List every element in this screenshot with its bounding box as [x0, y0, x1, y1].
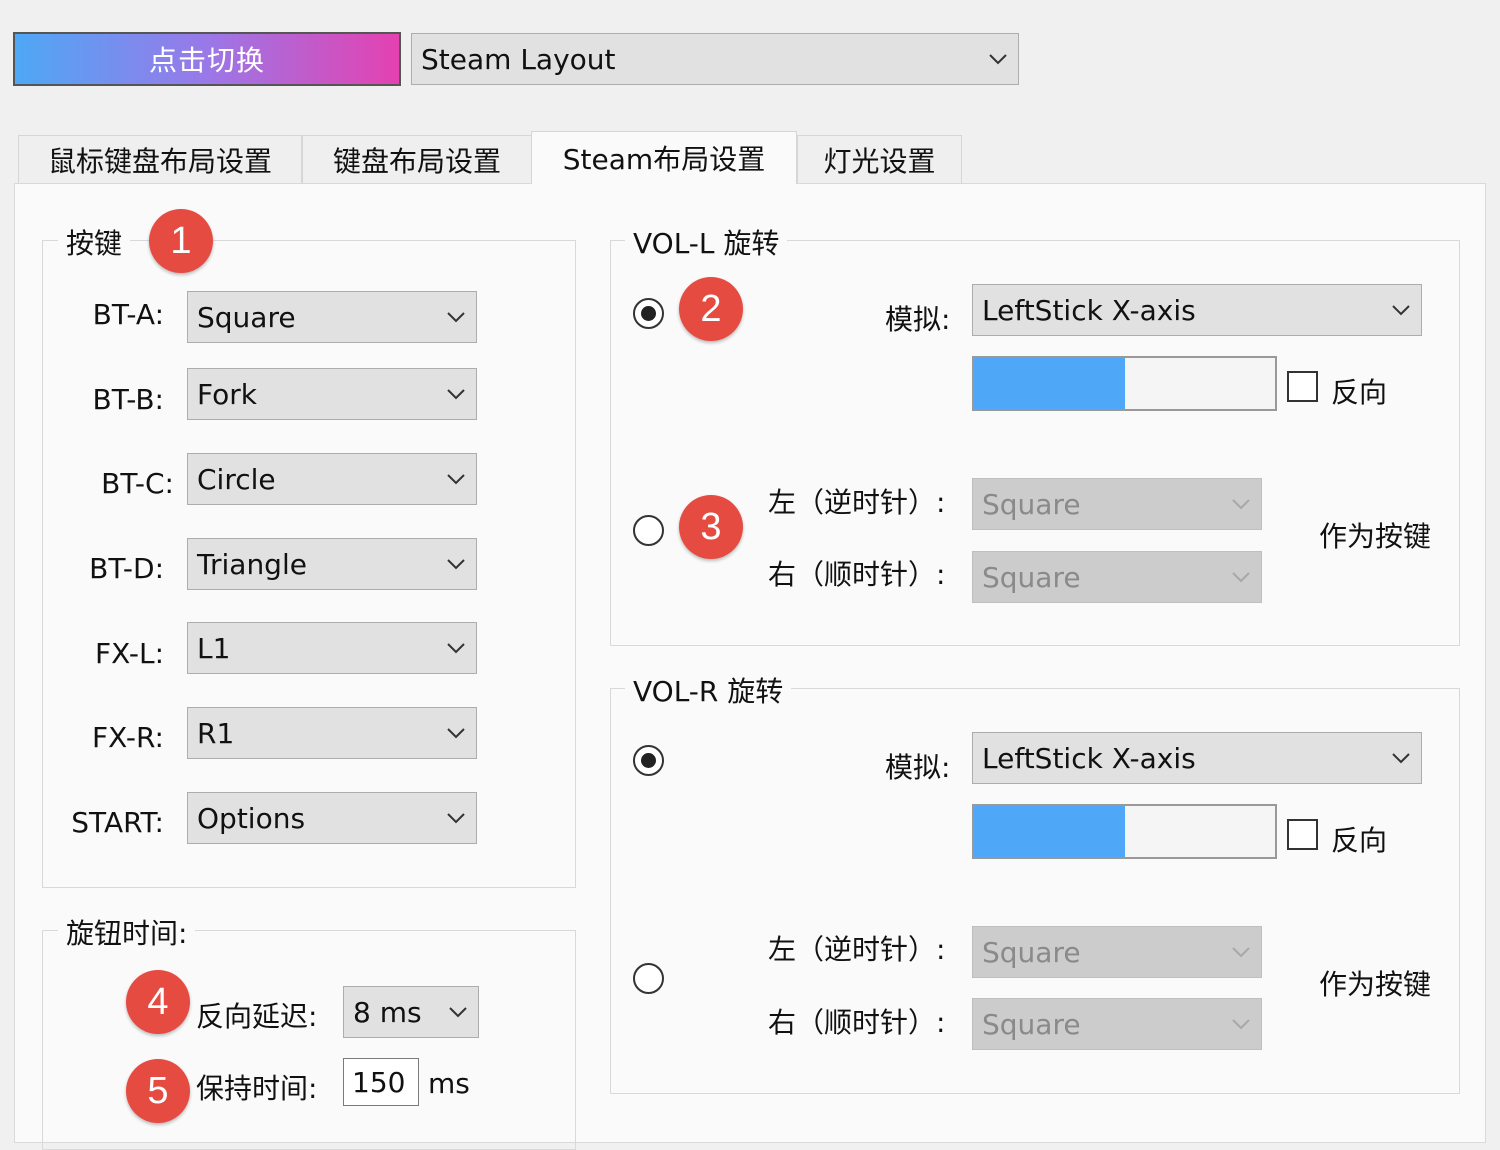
- vol-r-analog-label: 模拟:: [885, 751, 951, 784]
- vol-l-as-key-label: 作为按键: [1319, 520, 1432, 553]
- badge-5: 5: [126, 1059, 190, 1123]
- chevron-down-icon: [436, 473, 476, 485]
- reverse-delay-label: 反向延迟:: [196, 1000, 318, 1033]
- bt-b-label: BT-B:: [92, 383, 165, 416]
- chevron-down-icon: [1381, 752, 1421, 764]
- bt-c-select[interactable]: Circle: [187, 453, 477, 505]
- vol-r-as-key-label: 作为按键: [1319, 968, 1432, 1001]
- vol-r-analog-select[interactable]: LeftStick X-axis: [972, 732, 1422, 784]
- hold-time-label: 保持时间:: [196, 1072, 318, 1105]
- vol-r-reverse-label: 反向: [1331, 824, 1388, 857]
- bt-c-value: Circle: [197, 462, 276, 496]
- chevron-down-icon: [436, 812, 476, 824]
- tab-steam-layout[interactable]: Steam布局设置: [531, 131, 797, 184]
- vol-r-analog-radio[interactable]: [633, 745, 664, 776]
- buttons-group-title: 按键: [58, 222, 131, 262]
- vol-l-left-label: 左（逆时针）:: [768, 486, 946, 519]
- fx-r-select[interactable]: R1: [187, 707, 477, 759]
- tab-keyboard-layout[interactable]: 键盘布局设置: [302, 135, 532, 183]
- chevron-down-icon: [1221, 1018, 1261, 1030]
- vol-l-key-radio[interactable]: [633, 515, 664, 546]
- vol-r-left-select[interactable]: Square: [972, 926, 1262, 978]
- radio-selected-dot: [641, 306, 656, 321]
- bt-d-value: Triangle: [197, 547, 307, 581]
- bt-b-select[interactable]: Fork: [187, 368, 477, 420]
- tab-lighting[interactable]: 灯光设置: [797, 135, 962, 183]
- start-select[interactable]: Options: [187, 792, 477, 844]
- vol-l-right-label: 右（顺时针）:: [768, 558, 946, 591]
- vol-r-key-radio[interactable]: [633, 963, 664, 994]
- badge-4: 4: [126, 970, 190, 1034]
- reverse-delay-select[interactable]: 8 ms: [343, 986, 479, 1038]
- hold-time-unit: ms: [428, 1067, 470, 1100]
- bt-c-label: BT-C:: [101, 467, 174, 500]
- knob-time-group: [42, 930, 576, 1150]
- vol-l-reverse-label: 反向: [1331, 376, 1388, 409]
- vol-r-left-value: Square: [982, 935, 1081, 969]
- chevron-down-icon: [436, 727, 476, 739]
- layout-select[interactable]: Steam Layout: [411, 33, 1019, 85]
- vol-l-right-select[interactable]: Square: [972, 551, 1262, 603]
- vol-l-left-value: Square: [982, 487, 1081, 521]
- bt-d-label: BT-D:: [89, 552, 164, 585]
- reverse-delay-value: 8 ms: [353, 995, 422, 1029]
- fx-l-label: FX-L:: [94, 637, 164, 670]
- bt-a-select[interactable]: Square: [187, 291, 477, 343]
- radio-selected-dot: [641, 753, 656, 768]
- vol-l-reverse-checkbox[interactable]: [1287, 371, 1318, 402]
- chevron-down-icon: [438, 1006, 478, 1018]
- badge-2: 2: [679, 277, 743, 341]
- vol-r-sensitivity-slider[interactable]: [972, 804, 1277, 859]
- chevron-down-icon: [1221, 498, 1261, 510]
- badge-3: 3: [679, 495, 743, 559]
- chevron-down-icon: [436, 642, 476, 654]
- vol-l-analog-value: LeftStick X-axis: [982, 293, 1196, 327]
- vol-l-right-value: Square: [982, 560, 1081, 594]
- chevron-down-icon: [1221, 571, 1261, 583]
- bt-a-label: BT-A:: [92, 298, 164, 331]
- start-value: Options: [197, 801, 306, 835]
- vol-r-right-label: 右（顺时针）:: [768, 1006, 946, 1039]
- vol-r-reverse-checkbox[interactable]: [1287, 819, 1318, 850]
- chevron-down-icon: [978, 53, 1018, 65]
- vol-l-analog-label: 模拟:: [885, 303, 951, 336]
- vol-l-title: VOL-L 旋转: [625, 222, 788, 262]
- fx-l-value: L1: [197, 631, 231, 665]
- vol-r-analog-value: LeftStick X-axis: [982, 741, 1196, 775]
- vol-l-slider-fill: [974, 358, 1125, 409]
- vol-r-slider-fill: [974, 806, 1125, 857]
- chevron-down-icon: [1381, 304, 1421, 316]
- fx-l-select[interactable]: L1: [187, 622, 477, 674]
- chevron-down-icon: [1221, 946, 1261, 958]
- vol-r-left-label: 左（逆时针）:: [768, 933, 946, 966]
- chevron-down-icon: [436, 311, 476, 323]
- vol-l-sensitivity-slider[interactable]: [972, 356, 1277, 411]
- vol-l-left-select[interactable]: Square: [972, 478, 1262, 530]
- bt-d-select[interactable]: Triangle: [187, 538, 477, 590]
- chevron-down-icon: [436, 388, 476, 400]
- badge-1: 1: [149, 209, 213, 273]
- vol-r-right-value: Square: [982, 1007, 1081, 1041]
- switch-button[interactable]: 点击切换: [13, 32, 401, 86]
- tab-mouse-keyboard-layout[interactable]: 鼠标键盘布局设置: [18, 135, 302, 183]
- fx-r-value: R1: [197, 716, 235, 750]
- hold-time-input[interactable]: 150: [343, 1058, 419, 1106]
- vol-l-analog-radio[interactable]: [633, 298, 664, 329]
- vol-r-right-select[interactable]: Square: [972, 998, 1262, 1050]
- bt-b-value: Fork: [197, 377, 257, 411]
- bt-a-value: Square: [197, 300, 296, 334]
- chevron-down-icon: [436, 558, 476, 570]
- knob-time-title: 旋钮时间:: [58, 912, 196, 952]
- vol-r-title: VOL-R 旋转: [625, 670, 792, 710]
- start-label: START:: [71, 806, 164, 839]
- vol-l-analog-select[interactable]: LeftStick X-axis: [972, 284, 1422, 336]
- layout-select-value: Steam Layout: [421, 42, 616, 76]
- fx-r-label: FX-R:: [91, 721, 164, 754]
